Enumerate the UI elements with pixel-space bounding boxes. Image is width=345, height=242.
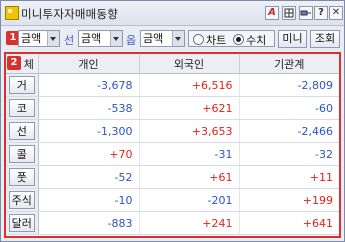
row-label-button[interactable]: 거 [8,76,35,94]
help-button[interactable]: ? [314,6,328,20]
row-header-cell: 주식 [6,188,39,212]
table-cell: -52 [38,165,140,189]
header-individual: 개인 [38,54,140,74]
table-cell: +241 [139,211,240,235]
mini-button[interactable]: 미니 [278,30,307,48]
corner-label: 체 [23,57,34,71]
table-row: 선 -1,300 +3,653 -2,466 [6,119,339,143]
title-bar: 미니투자자매매동향 A ? ✕ [1,1,344,26]
select1-value: 금액 [21,32,42,45]
investor-table-panel: 2 체 개인 외국인 기관계 거 -3,678 +6,516 -2,809 코 -538 +… [4,52,341,238]
table-cell: -2,466 [239,119,339,143]
chevron-down-icon [110,31,122,46]
table-cell: -2,809 [239,73,339,97]
table-cell: -32 [239,142,339,166]
row-label-button[interactable]: 달러 [8,214,35,232]
toolbar: 1 금액 선 금액 옵 금액 차트 수치 미니 조회 [4,28,341,50]
table-cell: -883 [38,211,140,235]
row-header-cell: 풋 [6,165,39,189]
window-title: 미니투자자매매동향 [21,7,119,21]
chevron-down-icon [172,31,184,46]
layout-icon[interactable] [282,6,296,20]
table-row: 코 -538 +621 -60 [6,96,339,120]
query-button[interactable]: 조회 [310,30,340,48]
table-cell: +621 [139,96,240,120]
header-foreign: 외국인 [139,54,240,74]
investor-table: 2 체 개인 외국인 기관계 거 -3,678 +6,516 -2,809 코 -538 +… [6,54,339,235]
mini-investor-trading-window: 미니투자자매매동향 A ? ✕ 1 금액 선 금액 옵 금액 차트 수치 미니 … [0,0,345,242]
label-op: 옵 [126,34,137,47]
table-cell: +641 [239,211,339,235]
table-cell: +6,516 [139,73,240,97]
select3-value: 금액 [143,32,164,45]
table-row: 콜 +70 -31 -32 [6,142,339,166]
chevron-down-icon [47,31,59,46]
table-row: 거 -3,678 +6,516 -2,809 [6,73,339,97]
row-header-cell: 거 [6,73,39,97]
row-label-button[interactable]: 주식 [8,191,35,209]
table-cell: +70 [38,142,140,166]
pin-icon[interactable] [299,6,313,20]
row-header-cell: 선 [6,119,39,143]
radio-value-label[interactable]: 수치 [246,32,266,48]
table-row: 주식 -10 -201 +199 [6,188,339,212]
radio-chart-label[interactable]: 차트 [206,32,226,48]
table-cell: +61 [139,165,240,189]
table-cell: -31 [139,142,240,166]
row-header-cell: 달러 [6,211,39,235]
annotation-badge-2: 2 [7,56,21,70]
radio-chart[interactable] [193,34,204,45]
table-header-row: 2 체 개인 외국인 기관계 [6,54,339,74]
table-row: 풋 -52 +61 +11 [6,165,339,189]
table-cell: -201 [139,188,240,212]
close-button[interactable]: ✕ [329,6,343,20]
table-cell: -10 [38,188,140,212]
table-cell: +11 [239,165,339,189]
corner-cell[interactable]: 2 체 [6,54,39,74]
table-cell: -538 [38,96,140,120]
table-cell: +3,653 [139,119,240,143]
radio-value[interactable] [233,34,244,45]
options-unit-select[interactable]: 금액 [140,30,185,47]
row-label-button[interactable]: 풋 [8,168,35,186]
app-icon [5,6,19,20]
table-cell: +199 [239,188,339,212]
row-label-button[interactable]: 선 [8,122,35,140]
table-cell: -3,678 [38,73,140,97]
futures-type-select[interactable]: 금액 [18,30,60,47]
futures-unit-select[interactable]: 금액 [78,30,123,47]
row-label-button[interactable]: 코 [8,99,35,117]
header-institution: 기관계 [239,54,339,74]
row-header-cell: 콜 [6,142,39,166]
table-cell: -60 [239,96,339,120]
table-cell: -1,300 [38,119,140,143]
row-header-cell: 코 [6,96,39,120]
view-mode-radio-group: 차트 수치 [188,30,275,47]
table-row: 달러 -883 +241 +641 [6,211,339,235]
row-label-button[interactable]: 콜 [8,145,35,163]
font-a-button[interactable]: A [265,6,279,20]
select2-value: 금액 [81,32,102,45]
label-sun: 선 [64,34,75,47]
